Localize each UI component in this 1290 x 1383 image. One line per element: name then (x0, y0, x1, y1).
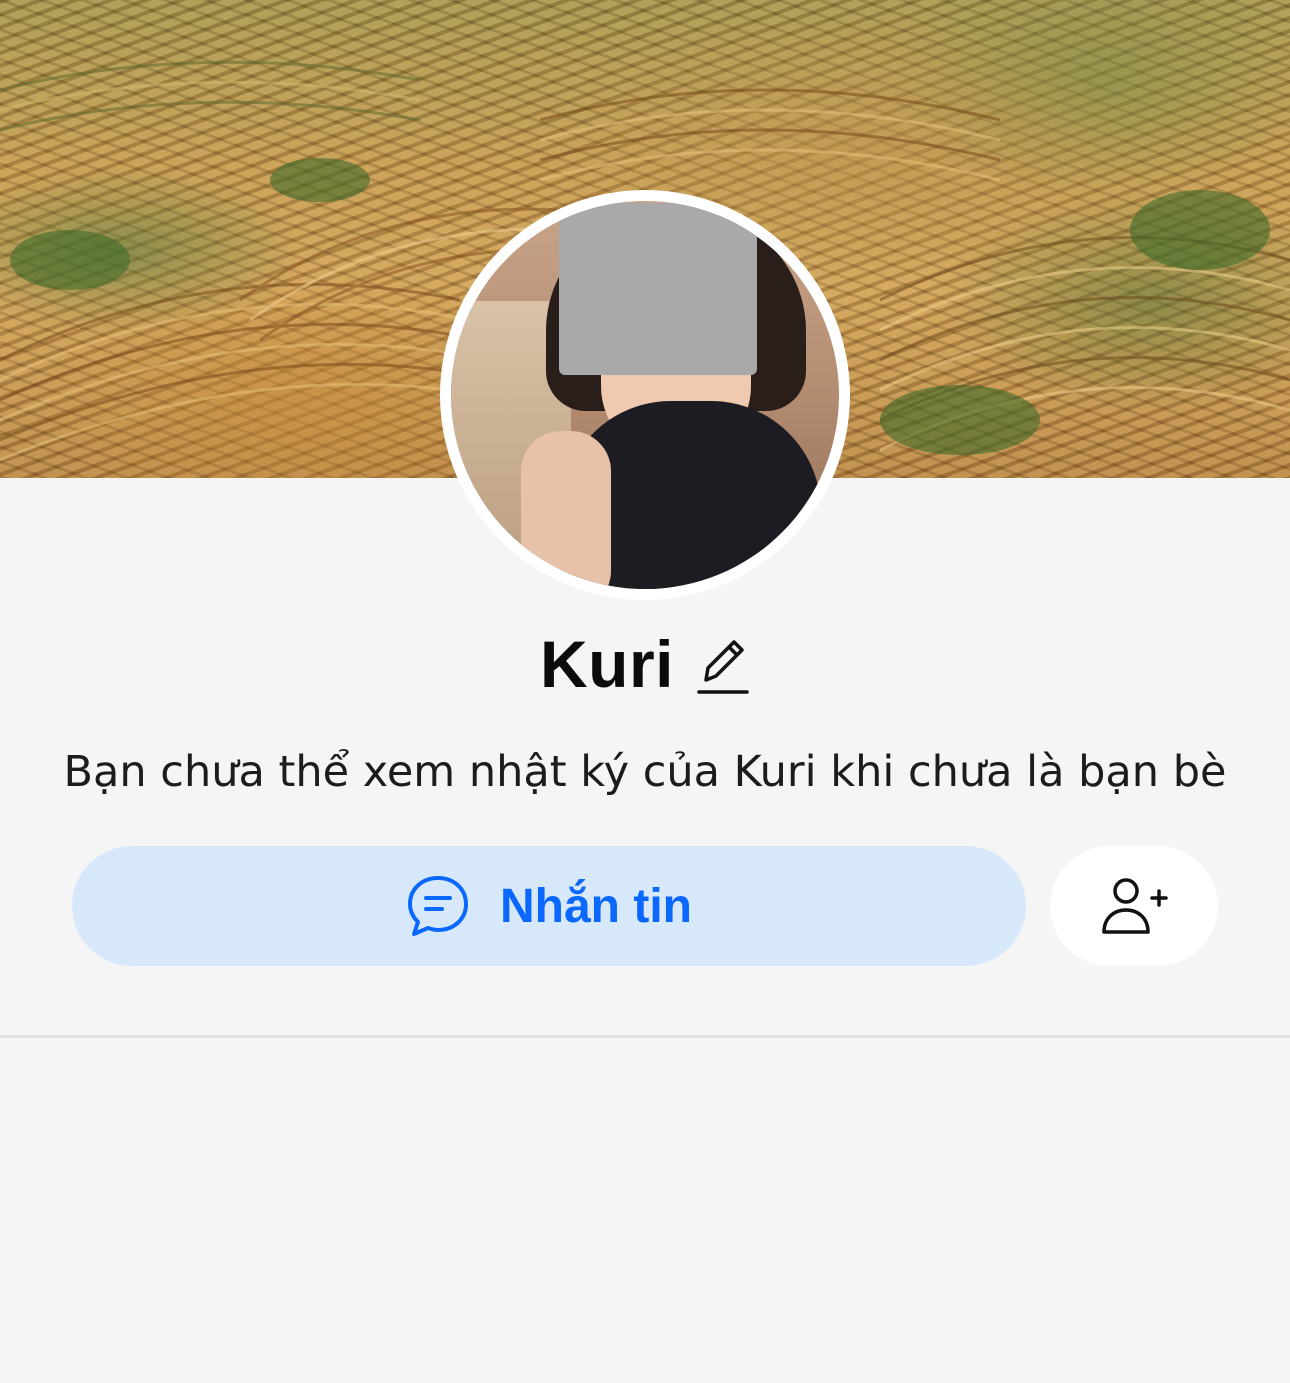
profile-page: Kuri Bạn chưa thể xem nhật ký của Kuri k… (0, 0, 1290, 1383)
pencil-edit-icon[interactable] (696, 632, 750, 696)
message-button-label: Nhắn tin (500, 879, 692, 933)
avatar[interactable] (451, 201, 839, 589)
face-censor-block (559, 203, 757, 375)
add-friend-icon (1100, 876, 1168, 936)
profile-name: Kuri (540, 627, 674, 701)
profile-name-row: Kuri (0, 622, 1290, 706)
section-divider (0, 1035, 1290, 1038)
chat-bubble-icon (406, 874, 470, 938)
friend-restriction-notice: Bạn chưa thể xem nhật ký của Kuri khi ch… (63, 747, 1227, 797)
add-friend-button[interactable] (1050, 846, 1218, 966)
avatar-arm (521, 431, 611, 589)
message-button[interactable]: Nhắn tin (72, 846, 1026, 966)
